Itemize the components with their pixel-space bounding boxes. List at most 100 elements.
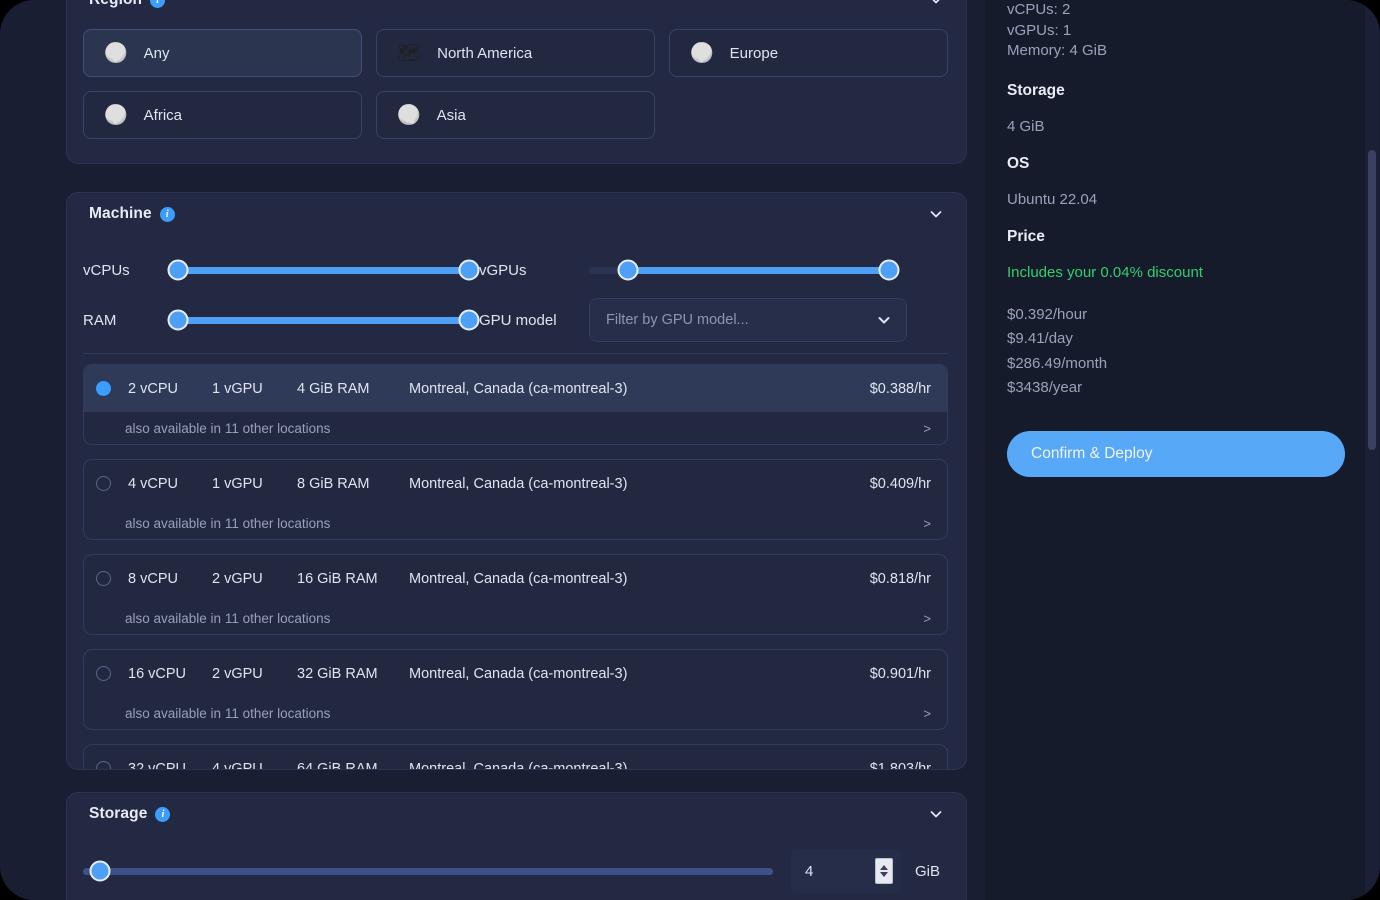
table-row[interactable]: 16 vCPU 2 vGPU 32 GiB RAM Montreal, Cana… <box>83 649 948 730</box>
machine-gpu: 1 vGPU <box>212 380 263 397</box>
region-option-any[interactable]: 🌍 Any <box>83 29 362 77</box>
storage-value[interactable]: 4 <box>805 863 875 880</box>
machine-filter-row-2: RAM GPU model Filter by GPU model... <box>83 295 948 345</box>
radio-button[interactable] <box>96 666 111 681</box>
summary-vcpus: vCPUs: 2 <box>1007 1 1071 18</box>
region-option-asia[interactable]: 🌏 Asia <box>376 91 655 139</box>
slider-handle-max[interactable] <box>458 309 480 331</box>
region-section: Region i 🌍 Any 🗺 North America 🌍 Europe <box>66 0 967 164</box>
asia-icon: 🌏 <box>397 104 421 126</box>
machine-location: Montreal, Canada (ca-montreal-3) <box>409 570 628 587</box>
price-day: $9.41/day <box>1007 330 1073 347</box>
chevron-right-icon[interactable]: > <box>923 706 931 721</box>
machine-gpu: 2 vGPU <box>212 665 263 682</box>
machine-divider <box>83 353 948 354</box>
slider-handle-min[interactable] <box>617 259 639 281</box>
radio-button[interactable] <box>96 381 111 396</box>
page-scrollbar[interactable] <box>1365 0 1379 900</box>
machine-location: Montreal, Canada (ca-montreal-3) <box>409 380 628 397</box>
radio-button[interactable] <box>96 476 111 491</box>
machine-row-main[interactable]: 2 vCPU 1 vGPU 4 GiB RAM Montreal, Canada… <box>84 365 947 412</box>
region-header[interactable]: Region i <box>67 0 966 21</box>
storage-slider[interactable] <box>83 860 773 882</box>
summary-memory: Memory: 4 GiB <box>1007 42 1108 59</box>
north-america-icon: 🗺 <box>397 42 422 64</box>
chevron-right-icon[interactable]: > <box>923 516 931 531</box>
summary-price-heading: Price <box>1007 227 1045 245</box>
machine-cpu: 4 vCPU <box>128 475 178 492</box>
vcpus-range-slider[interactable] <box>167 259 480 281</box>
chevron-down-icon[interactable] <box>928 806 944 822</box>
machine-gpu: 1 vGPU <box>212 475 263 492</box>
quantity-stepper[interactable] <box>875 858 893 884</box>
machine-section: Machine i vCPUs vGPUs RAM GPU model Filt… <box>66 192 967 770</box>
machine-row-locations[interactable]: also available in 11 other locations > <box>84 697 947 729</box>
summary-sidebar: vCPUs: 2 vGPUs: 1 Memory: 4 GiB Storage … <box>985 0 1365 900</box>
slider-fill <box>83 867 773 875</box>
machine-header[interactable]: Machine i <box>67 193 966 235</box>
region-option-label: North America <box>437 44 533 62</box>
info-icon[interactable]: i <box>150 0 166 8</box>
machine-row-main[interactable]: 4 vCPU 1 vGPU 8 GiB RAM Montreal, Canada… <box>84 460 947 507</box>
chevron-down-icon[interactable] <box>928 206 944 222</box>
slider-fill <box>625 266 889 274</box>
table-row[interactable]: 2 vCPU 1 vGPU 4 GiB RAM Montreal, Canada… <box>83 364 948 445</box>
storage-header[interactable]: Storage i <box>67 793 966 835</box>
info-icon[interactable]: i <box>159 207 175 222</box>
stepper-up-icon[interactable] <box>880 865 888 870</box>
radio-button[interactable] <box>96 571 111 586</box>
region-option-label: Africa <box>143 106 183 124</box>
other-locations-text: also available in 11 other locations <box>125 515 331 531</box>
europe-icon: 🌍 <box>690 42 714 64</box>
info-icon[interactable]: i <box>155 807 171 822</box>
machine-ram: 8 GiB RAM <box>297 475 370 492</box>
region-option-africa[interactable]: 🌍 Africa <box>83 91 362 139</box>
confirm-deploy-button[interactable]: Confirm & Deploy <box>1007 430 1345 477</box>
machine-row-main[interactable]: 8 vCPU 2 vGPU 16 GiB RAM Montreal, Canad… <box>84 555 947 602</box>
other-locations-text: also available in 11 other locations <box>125 420 331 436</box>
region-option-north-america[interactable]: 🗺 North America <box>376 29 655 77</box>
storage-title: Storage <box>89 805 148 822</box>
table-row[interactable]: 8 vCPU 2 vGPU 16 GiB RAM Montreal, Canad… <box>83 554 948 635</box>
slider-handle-max[interactable] <box>458 259 480 281</box>
vcpus-label: vCPUs <box>83 261 130 279</box>
radio-button[interactable] <box>96 761 111 769</box>
table-row[interactable]: 32 vCPU 4 vGPU 64 GiB RAM Montreal, Cana… <box>83 744 948 770</box>
scrollbar-thumb[interactable] <box>1368 150 1376 450</box>
machine-ram: 4 GiB RAM <box>297 380 370 397</box>
configuration-column: Region i 🌍 Any 🗺 North America 🌍 Europe <box>0 0 985 900</box>
slider-handle[interactable] <box>89 860 111 882</box>
machine-row-locations[interactable]: also available in 11 other locations > <box>84 412 947 444</box>
stepper-down-icon[interactable] <box>880 872 888 877</box>
storage-section: Storage i 4 GiB <box>66 792 967 900</box>
chevron-right-icon[interactable]: > <box>923 611 931 626</box>
storage-unit: GiB <box>915 862 941 880</box>
slider-handle-min[interactable] <box>167 309 189 331</box>
region-options: 🌍 Any 🗺 North America 🌍 Europe 🌍 Africa … <box>67 21 966 139</box>
table-row[interactable]: 4 vCPU 1 vGPU 8 GiB RAM Montreal, Canada… <box>83 459 948 540</box>
gpu-model-placeholder: Filter by GPU model... <box>606 312 749 328</box>
machine-location: Montreal, Canada (ca-montreal-3) <box>409 665 628 682</box>
storage-number-input[interactable]: 4 <box>791 849 901 893</box>
slider-handle-min[interactable] <box>167 259 189 281</box>
machine-cpu: 32 vCPU <box>128 760 187 770</box>
machine-row-locations[interactable]: also available in 11 other locations > <box>84 602 947 634</box>
other-locations-text: also available in 11 other locations <box>125 705 331 721</box>
ram-range-slider[interactable] <box>167 309 480 331</box>
chevron-down-icon[interactable] <box>928 0 944 8</box>
machine-title: Machine <box>89 205 152 222</box>
ram-label: RAM <box>83 311 117 329</box>
machine-cpu: 8 vCPU <box>128 570 178 587</box>
vgpus-label: vGPUs <box>479 261 527 279</box>
chevron-down-icon[interactable] <box>876 312 892 328</box>
machine-row-main[interactable]: 32 vCPU 4 vGPU 64 GiB RAM Montreal, Cana… <box>84 745 947 770</box>
region-option-europe[interactable]: 🌍 Europe <box>669 29 948 77</box>
chevron-right-icon[interactable]: > <box>923 421 931 436</box>
machine-row-locations[interactable]: also available in 11 other locations > <box>84 507 947 539</box>
slider-handle-max[interactable] <box>878 259 900 281</box>
machine-row-main[interactable]: 16 vCPU 2 vGPU 32 GiB RAM Montreal, Cana… <box>84 650 947 697</box>
globe-icon: 🌍 <box>104 42 128 64</box>
price-year: $3438/year <box>1007 379 1083 396</box>
vgpus-range-slider[interactable] <box>589 259 900 281</box>
gpu-model-select[interactable]: Filter by GPU model... <box>589 298 907 342</box>
